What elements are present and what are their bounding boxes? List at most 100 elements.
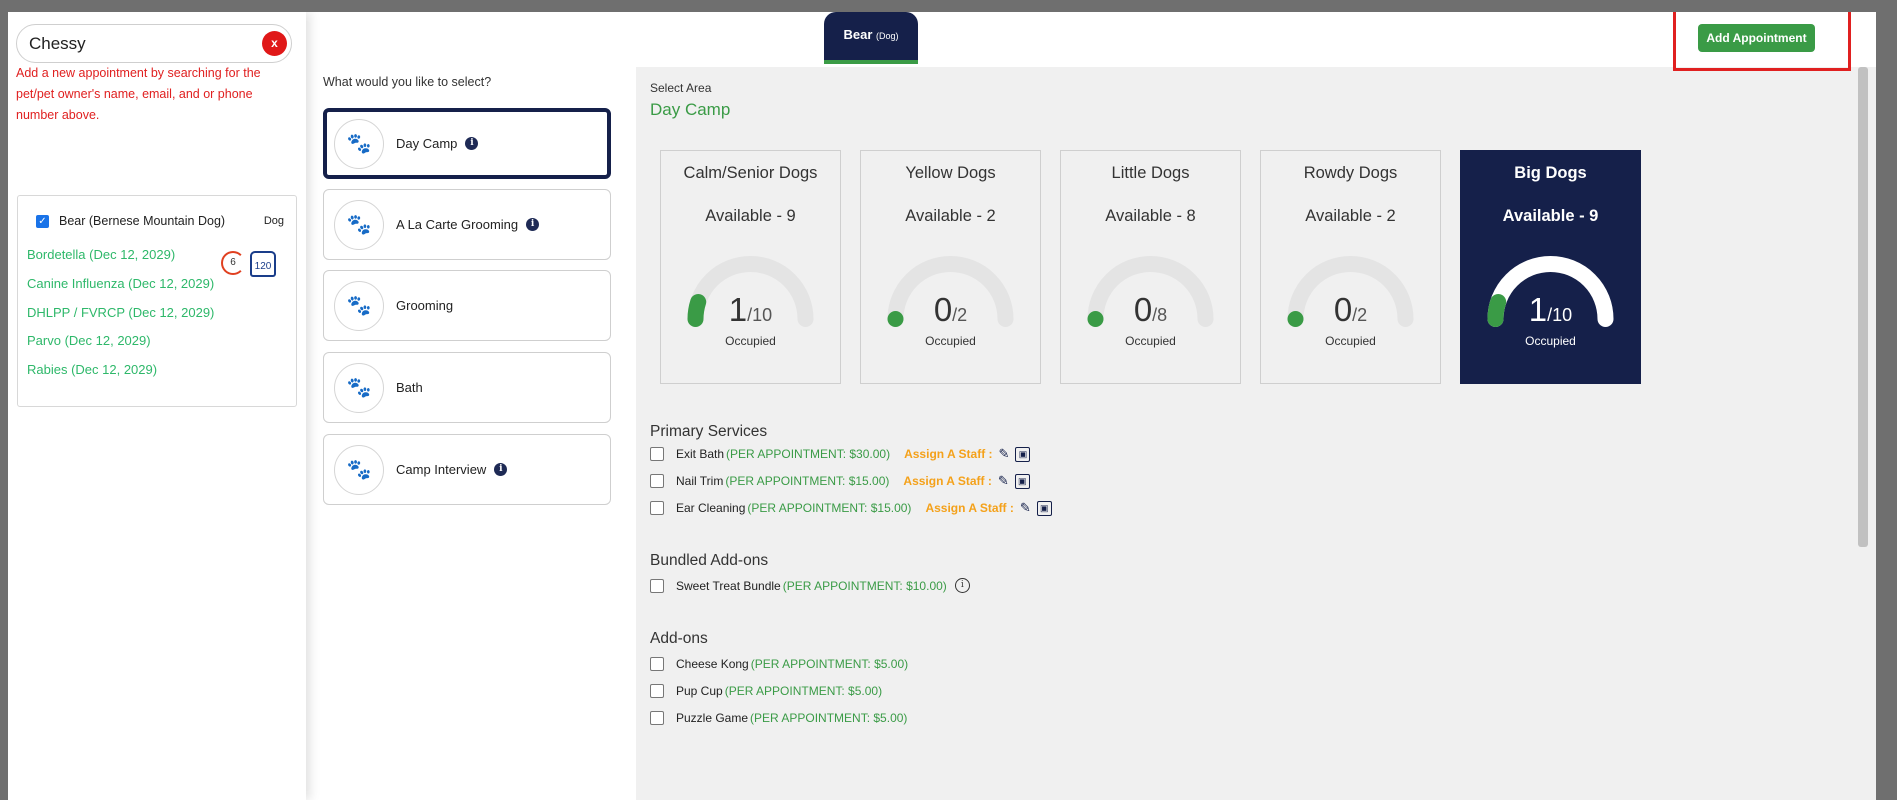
- addon-price: (PER APPOINTMENT: $10.00): [782, 578, 947, 593]
- service-option-a-la-carte-grooming[interactable]: 🐾 A La Carte Grooming i: [323, 189, 611, 260]
- occupancy-readout: 1/10: [1461, 291, 1640, 329]
- addon-name: Puzzle Game: [676, 711, 749, 725]
- info-icon[interactable]: i: [954, 578, 970, 593]
- primary-service-row[interactable]: Nail Trim (PER APPOINTMENT: $15.00) Assi…: [650, 473, 1030, 489]
- occupied-label: Occupied: [925, 334, 976, 348]
- visit-count-badge: 6: [221, 251, 245, 275]
- new-appointment-modal: x Add a new appointment by searching for…: [8, 12, 1876, 800]
- area-availability: Available - 8: [1105, 207, 1196, 225]
- select-question: What would you like to select?: [323, 75, 492, 89]
- assign-staff-label[interactable]: Assign A Staff :: [904, 447, 992, 461]
- service-option-grooming[interactable]: 🐾 Grooming: [323, 270, 611, 341]
- area-name: Yellow Dogs: [905, 164, 996, 182]
- service-label: Camp Interview: [396, 462, 487, 477]
- addon-row[interactable]: Cheese Kong (PER APPOINTMENT: $5.00): [650, 657, 908, 671]
- area-name: Rowdy Dogs: [1303, 164, 1398, 182]
- image-edit-icon[interactable]: ▣: [1036, 500, 1052, 516]
- occupied-label: Occupied: [1125, 334, 1176, 348]
- area-card-calm-senior-dogs[interactable]: Calm/Senior Dogs Available - 9 1/10 Occupie…: [660, 150, 841, 384]
- bundled-addon-row[interactable]: Sweet Treat Bundle (PER APPOINTMENT: $10…: [650, 578, 970, 593]
- info-icon[interactable]: i: [526, 218, 540, 231]
- addon-checkbox[interactable]: [650, 684, 664, 698]
- addons-title: Add-ons: [650, 630, 708, 647]
- addon-price: (PER APPOINTMENT: $5.00): [724, 684, 883, 698]
- modal-header: Bear (Dog) Add Appointment ×: [306, 12, 1876, 71]
- image-edit-icon[interactable]: ▣: [1014, 473, 1030, 489]
- addon-price: (PER APPOINTMENT: $5.00): [750, 711, 908, 725]
- area-group-title: Day Camp: [650, 100, 731, 119]
- search-hint-text: Add a new appointment by searching for t…: [16, 66, 261, 122]
- person-edit-icon[interactable]: ✎: [1020, 500, 1031, 516]
- pet-checkbox[interactable]: ✓: [36, 214, 49, 228]
- service-name: Nail Trim: [676, 474, 724, 488]
- weight-icon: 120: [250, 251, 276, 277]
- service-option-camp-interview[interactable]: 🐾 Camp Interview i: [323, 434, 611, 505]
- primary-services-title: Primary Services: [650, 423, 768, 440]
- service-label: Grooming: [396, 298, 454, 313]
- clear-search-button[interactable]: x: [262, 31, 287, 56]
- pet-tab-type: (Dog): [876, 31, 899, 41]
- service-checkbox[interactable]: [650, 474, 664, 488]
- addon-row[interactable]: Pup Cup (PER APPOINTMENT: $5.00): [650, 684, 882, 698]
- occupied-count: 1: [1528, 291, 1548, 328]
- area-name: Little Dogs: [1111, 164, 1190, 182]
- vaccine-item: Bordetella (Dec 12, 2029): [27, 247, 176, 262]
- addon-checkbox[interactable]: [650, 578, 664, 593]
- capacity-text: /10: [747, 305, 773, 325]
- assign-staff-label[interactable]: Assign A Staff :: [925, 501, 1013, 515]
- info-icon[interactable]: i: [494, 463, 508, 476]
- service-price: (PER APPOINTMENT: $30.00): [726, 447, 891, 461]
- info-icon[interactable]: i: [465, 137, 479, 150]
- capacity-text: /2: [952, 305, 968, 325]
- paw-icon: 🐾: [334, 362, 384, 413]
- occupied-count: 0: [1133, 291, 1153, 328]
- vaccine-item: Canine Influenza (Dec 12, 2029): [27, 276, 215, 291]
- vertical-scrollbar[interactable]: [1858, 67, 1868, 547]
- service-name: Ear Cleaning: [676, 501, 746, 515]
- primary-service-row[interactable]: Ear Cleaning (PER APPOINTMENT: $15.00) A…: [650, 500, 1052, 516]
- service-type-panel: What would you like to select? 🐾 Day Cam…: [306, 12, 636, 800]
- area-availability: Available - 9: [1502, 207, 1599, 225]
- area-name: Big Dogs: [1514, 164, 1587, 182]
- paw-icon: 🐾: [334, 444, 384, 495]
- pet-tab-bear[interactable]: Bear (Dog): [824, 12, 918, 64]
- service-name: Exit Bath: [676, 447, 725, 461]
- service-option-bath[interactable]: 🐾 Bath: [323, 352, 611, 423]
- search-panel: x Add a new appointment by searching for…: [8, 12, 306, 800]
- addon-name: Cheese Kong: [676, 657, 749, 671]
- select-area-label: Select Area: [650, 81, 712, 95]
- addon-name: Sweet Treat Bundle: [676, 578, 781, 593]
- add-appointment-button[interactable]: Add Appointment: [1698, 24, 1815, 52]
- occupied-label: Occupied: [1325, 334, 1376, 348]
- paw-icon: 🐾: [334, 280, 384, 331]
- service-label: Day Camp: [396, 136, 458, 151]
- area-card-rowdy-dogs[interactable]: Rowdy Dogs Available - 2 0/2 Occupied: [1260, 150, 1441, 384]
- capacity-text: /8: [1152, 305, 1168, 325]
- addon-row[interactable]: Puzzle Game (PER APPOINTMENT: $5.00): [650, 711, 907, 725]
- primary-service-row[interactable]: Exit Bath (PER APPOINTMENT: $30.00) Assi…: [650, 446, 1031, 462]
- assign-staff-label[interactable]: Assign A Staff :: [903, 474, 991, 488]
- area-card-yellow-dogs[interactable]: Yellow Dogs Available - 2 0/2 Occupied: [860, 150, 1041, 384]
- addon-checkbox[interactable]: [650, 657, 664, 671]
- occupancy-readout: 1/10: [661, 291, 840, 329]
- service-checkbox[interactable]: [650, 501, 664, 515]
- pet-search-input[interactable]: [27, 33, 251, 55]
- service-price: (PER APPOINTMENT: $15.00): [725, 474, 890, 488]
- area-card-little-dogs[interactable]: Little Dogs Available - 8 0/8 Occupied: [1060, 150, 1241, 384]
- image-edit-icon[interactable]: ▣: [1015, 446, 1031, 462]
- service-option-day-camp[interactable]: 🐾 Day Camp i: [323, 108, 611, 179]
- service-checkbox[interactable]: [650, 447, 664, 461]
- vaccine-item: Rabies (Dec 12, 2029): [27, 362, 158, 377]
- area-availability: Available - 2: [1305, 207, 1396, 225]
- occupied-count: 0: [1333, 291, 1353, 328]
- person-edit-icon[interactable]: ✎: [999, 446, 1010, 462]
- addon-checkbox[interactable]: [650, 711, 664, 725]
- area-card-big-dogs[interactable]: Big Dogs Available - 9 1/10 Occupied: [1460, 150, 1641, 384]
- occupied-count: 1: [728, 291, 748, 328]
- bundled-addons-title: Bundled Add-ons: [650, 552, 769, 569]
- close-icon[interactable]: ×: [1875, 16, 1876, 42]
- area-availability: Available - 9: [705, 207, 796, 225]
- pet-name: Bear (Bernese Mountain Dog): [59, 214, 226, 228]
- person-edit-icon[interactable]: ✎: [998, 473, 1009, 489]
- vaccine-item: Parvo (Dec 12, 2029): [27, 333, 151, 348]
